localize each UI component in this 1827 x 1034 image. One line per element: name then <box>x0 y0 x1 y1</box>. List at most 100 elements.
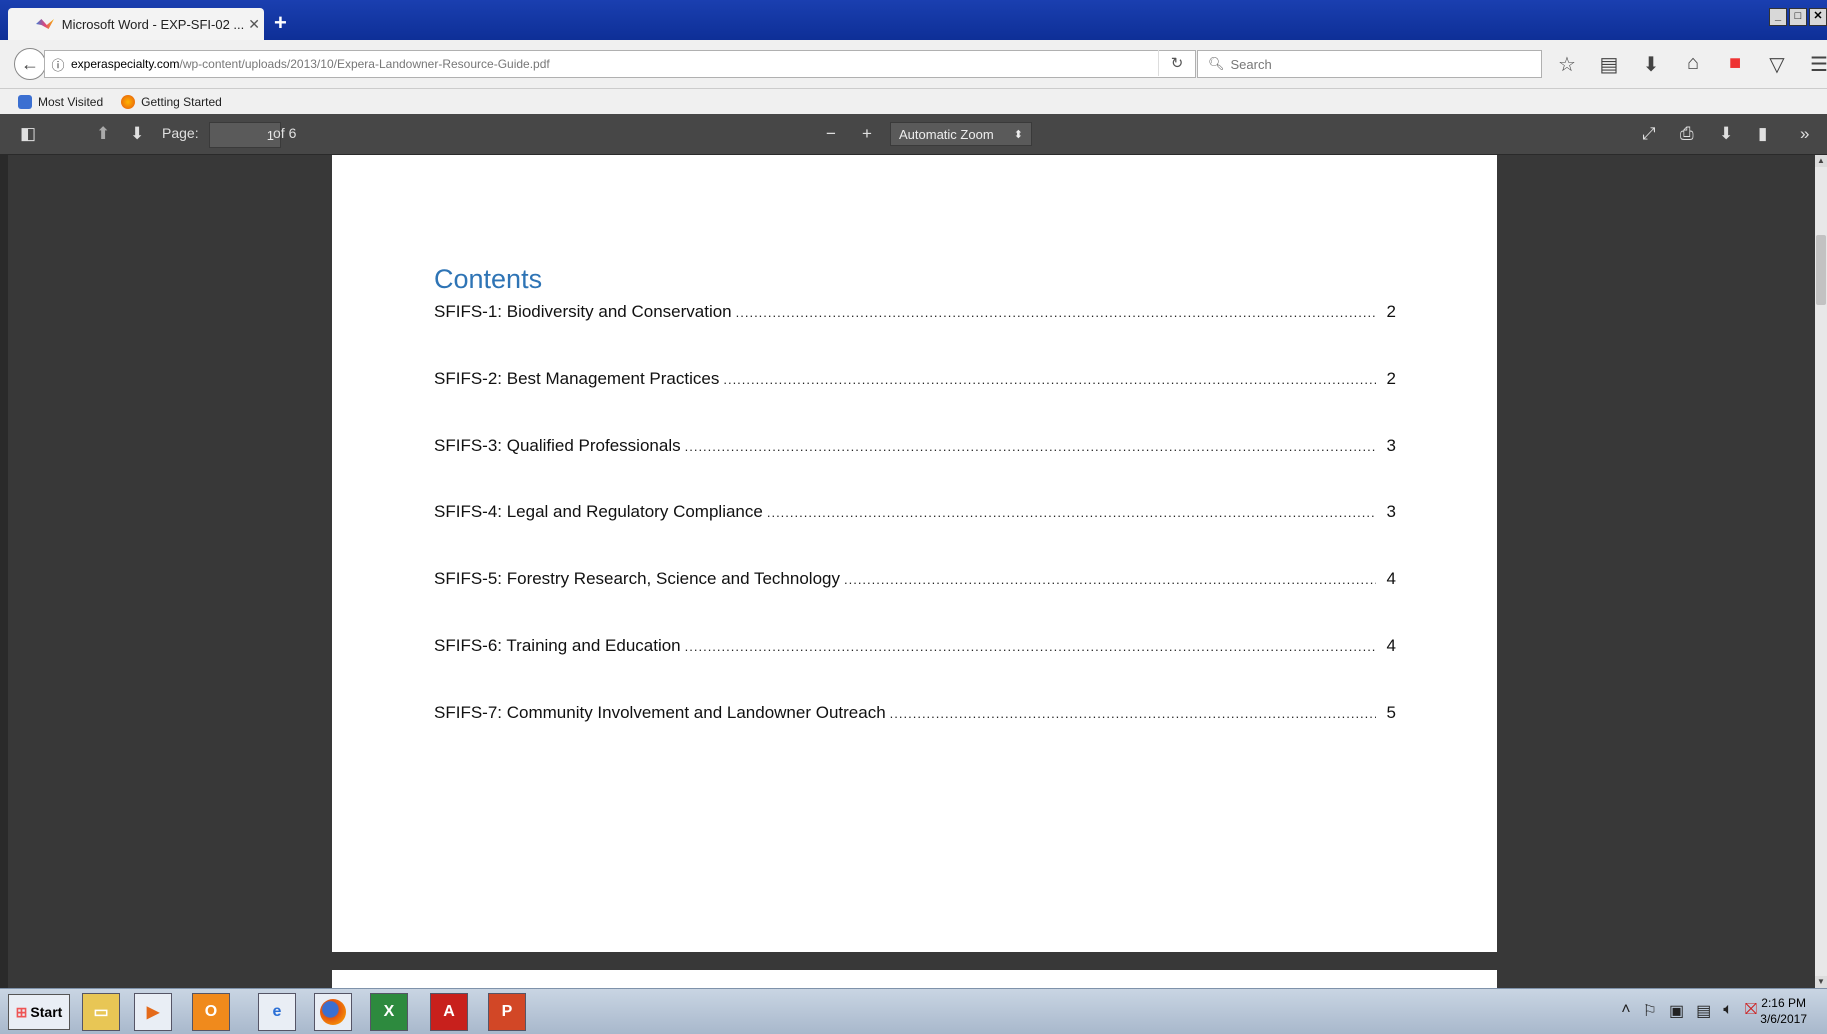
select-arrows-icon: ⬍ <box>1013 128 1023 141</box>
toc-page-number: 3 <box>1386 502 1396 521</box>
firefox-taskbar-icon[interactable] <box>314 993 352 1031</box>
clock-date: 3/6/2017 <box>1760 1012 1807 1026</box>
pocket-icon[interactable]: ▽ <box>1766 52 1788 77</box>
start-button[interactable]: ⊞ Start <box>8 994 70 1030</box>
toc-page-number: 5 <box>1386 703 1396 722</box>
close-window-button[interactable]: ✕ <box>1809 8 1827 26</box>
system-tray: ˄ ⚐ ▣ ▤ 🔈︎ ⛝ <box>1621 1001 1757 1021</box>
network-icon[interactable]: ▤ <box>1696 1001 1711 1021</box>
search-input[interactable]: 🔍︎ Search <box>1197 50 1542 78</box>
browser-title-bar: Microsoft Word - EXP-SFI-02 ... ✕ + _ □ … <box>0 0 1827 40</box>
file-explorer-icon[interactable]: ▭ <box>82 993 120 1031</box>
menu-icon[interactable]: ☰ <box>1808 52 1827 77</box>
back-arrow-icon: ← <box>21 53 39 74</box>
page-number-input[interactable] <box>209 122 281 148</box>
excel-icon[interactable]: X <box>370 993 408 1031</box>
toc-leader <box>685 636 1376 656</box>
media-player-icon[interactable]: ▶ <box>134 993 172 1031</box>
toc-label: SFIFS-6: Training and Education <box>434 636 681 655</box>
toc-leader <box>736 302 1376 322</box>
site-info-icon[interactable]: ⓘ <box>45 55 71 74</box>
tools-overflow-icon[interactable]: » <box>1800 124 1809 144</box>
pdf-page: Contents SFIFS-1: Biodiversity and Conse… <box>332 155 1497 952</box>
toc-page-number: 2 <box>1386 369 1396 388</box>
bookmark-getting-started[interactable]: Getting Started <box>121 94 222 109</box>
zoom-out-icon[interactable]: − <box>826 124 836 144</box>
security-alert-icon[interactable]: ⛝ <box>1745 1001 1757 1021</box>
minimize-button[interactable]: _ <box>1769 8 1787 26</box>
home-icon[interactable]: ⌂ <box>1682 52 1704 77</box>
bookmark-most-visited[interactable]: Most Visited <box>18 94 103 109</box>
toc-label: SFIFS-3: Qualified Professionals <box>434 436 681 455</box>
addon-icon[interactable]: ■ <box>1724 52 1746 77</box>
toc-entry[interactable]: SFIFS-2: Best Management Practices 2 <box>434 369 1396 389</box>
action-center-flag-icon[interactable]: ⚐ <box>1643 1001 1657 1021</box>
bookmark-icon[interactable]: ▮ <box>1758 124 1767 144</box>
presentation-mode-icon[interactable]: ⤢ <box>1642 124 1656 144</box>
taskbar-clock[interactable]: 2:16 PM 3/6/2017 <box>1760 995 1807 1027</box>
new-tab-button[interactable]: + <box>274 10 287 36</box>
volume-icon[interactable]: 🔈︎ <box>1723 1001 1733 1021</box>
toc-page-number: 2 <box>1386 302 1396 321</box>
url-path: /wp-content/uploads/2013/10/Expera-Lando… <box>179 57 550 71</box>
search-icon: 🔍︎ <box>1208 56 1225 71</box>
reading-list-icon[interactable]: ▤ <box>1598 52 1620 77</box>
tray-app-icon[interactable]: ▣ <box>1669 1001 1684 1021</box>
zoom-select[interactable]: Automatic Zoom ⬍ <box>890 122 1032 146</box>
powerpoint-icon[interactable]: P <box>488 993 526 1031</box>
pdf-viewer[interactable]: Contents SFIFS-1: Biodiversity and Conse… <box>8 155 1815 988</box>
toc-label: SFIFS-7: Community Involvement and Lando… <box>434 703 886 722</box>
toc-page-number: 3 <box>1386 436 1396 455</box>
firefox-globe-icon <box>320 999 346 1025</box>
most-visited-icon <box>18 94 32 109</box>
reload-button[interactable]: ↻ <box>1158 50 1195 76</box>
zoom-value: Automatic Zoom <box>899 126 994 142</box>
bookmarks-bar: Most Visited Getting Started <box>0 89 1827 114</box>
toc-page-number: 4 <box>1386 636 1396 655</box>
tray-expand-icon[interactable]: ˄ <box>1621 1001 1630 1021</box>
search-placeholder: Search <box>1230 56 1272 72</box>
toc-entry[interactable]: SFIFS-1: Biodiversity and Conservation 2 <box>434 302 1396 322</box>
previous-page-icon[interactable]: ⬆ <box>96 124 110 144</box>
outlook-icon[interactable]: O <box>192 993 230 1031</box>
zoom-in-icon[interactable]: + <box>862 124 872 144</box>
toc-entry[interactable]: SFIFS-3: Qualified Professionals 3 <box>434 436 1396 456</box>
toc-leader <box>723 369 1376 389</box>
toc-page-number: 4 <box>1386 569 1396 588</box>
toc-entry[interactable]: SFIFS-4: Legal and Regulatory Compliance… <box>434 502 1396 522</box>
toc-label: SFIFS-1: Biodiversity and Conservation <box>434 302 732 321</box>
next-page-icon[interactable]: ⬇ <box>130 124 144 144</box>
scrollbar-thumb[interactable] <box>1816 235 1826 305</box>
page-label: Page: <box>162 125 199 141</box>
bookmark-star-icon[interactable]: ☆ <box>1556 52 1578 77</box>
url-domain: experaspecialty.com <box>71 57 180 71</box>
maximize-button[interactable]: □ <box>1789 8 1807 26</box>
scroll-down-icon[interactable]: ▼ <box>1815 976 1827 988</box>
browser-tab[interactable]: Microsoft Word - EXP-SFI-02 ... ✕ <box>8 8 264 40</box>
contents-heading: Contents <box>434 264 543 294</box>
clock-time: 2:16 PM <box>1761 996 1806 1010</box>
toc-entry[interactable]: SFIFS-7: Community Involvement and Lando… <box>434 703 1396 723</box>
page-total: of 6 <box>273 125 297 141</box>
start-label: Start <box>30 1004 63 1020</box>
download-icon[interactable]: ⬇ <box>1719 124 1733 144</box>
vertical-scrollbar[interactable]: ▲ ▼ <box>1815 155 1827 988</box>
toc-leader <box>890 703 1376 723</box>
tab-close-icon[interactable]: ✕ <box>244 16 264 33</box>
print-icon[interactable]: ⎙ <box>1680 124 1694 144</box>
reload-icon: ↻ <box>1170 55 1184 72</box>
toc-entry[interactable]: SFIFS-6: Training and Education 4 <box>434 636 1396 656</box>
acrobat-icon[interactable]: A <box>430 993 468 1031</box>
back-button[interactable]: ← <box>14 48 46 80</box>
toc-entry[interactable]: SFIFS-5: Forestry Research, Science and … <box>434 569 1396 589</box>
windows-logo-icon: ⊞ <box>15 1003 28 1020</box>
toc-label: SFIFS-2: Best Management Practices <box>434 369 720 388</box>
scroll-up-icon[interactable]: ▲ <box>1815 155 1827 167</box>
navigation-bar: ← ⓘ experaspecialty.com/wp-content/uploa… <box>0 40 1827 89</box>
internet-explorer-icon[interactable]: e <box>258 993 296 1031</box>
firefox-icon <box>121 94 136 109</box>
url-bar[interactable]: ⓘ experaspecialty.com/wp-content/uploads… <box>44 50 1196 78</box>
toc-label: SFIFS-5: Forestry Research, Science and … <box>434 569 840 588</box>
downloads-icon[interactable]: ⬇ <box>1640 52 1662 77</box>
sidebar-toggle-icon[interactable]: ◧ <box>20 124 36 144</box>
